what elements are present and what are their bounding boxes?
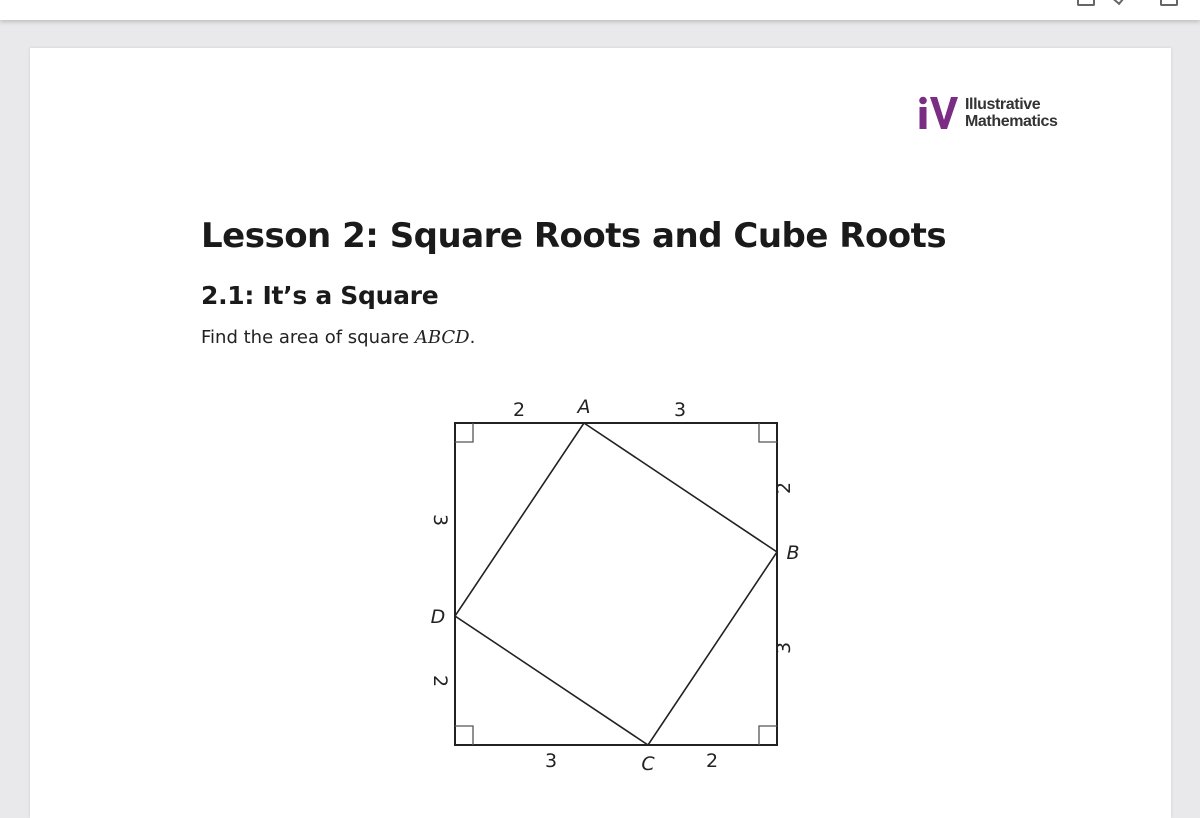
right-angle-marker-top-left xyxy=(455,423,474,443)
segment-label-top-left: 2 xyxy=(513,399,525,421)
vertex-label-c: C xyxy=(641,753,655,775)
outer-square xyxy=(454,422,778,746)
toolbar-cut-off-text: · · · xyxy=(18,0,45,7)
markup-icon[interactable] xyxy=(1113,0,1127,6)
document-page: Illustrative Mathematics Lesson 2: Squar… xyxy=(30,48,1171,818)
right-angle-marker-bottom-left xyxy=(455,725,474,745)
vertex-label-a: A xyxy=(576,396,591,418)
right-angle-marker-bottom-right xyxy=(758,725,777,745)
segment-label-right-bottom: 3 xyxy=(773,642,795,654)
segment-label-top-right: 3 xyxy=(674,399,686,421)
copy-icon[interactable] xyxy=(1160,0,1178,6)
vertex-label-d: D xyxy=(431,606,446,628)
top-toolbar: · · · xyxy=(0,0,1200,20)
segment-label-bottom-right: 2 xyxy=(706,750,718,772)
segment-label-bottom-left: 3 xyxy=(545,750,557,772)
vertex-label-b: B xyxy=(786,542,799,564)
right-angle-marker-top-right xyxy=(758,423,777,443)
inner-square-abcd xyxy=(453,421,779,747)
square-diagram: A B C D 2 3 2 3 3 2 3 2 xyxy=(429,396,800,775)
segment-label-right-top: 2 xyxy=(773,482,795,494)
segment-label-left-top: 3 xyxy=(429,514,451,526)
segment-label-left-bottom: 2 xyxy=(429,675,451,687)
share-icon[interactable] xyxy=(1077,0,1095,6)
